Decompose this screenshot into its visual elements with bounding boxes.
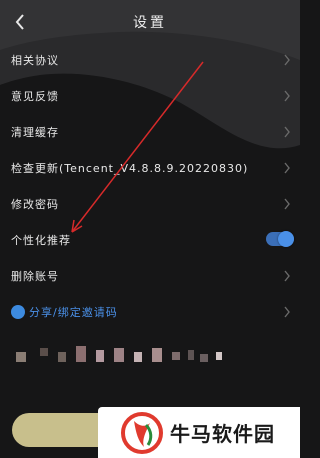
chevron-right-icon — [284, 270, 290, 282]
settings-item-label: 意见反馈 — [11, 90, 59, 103]
share-icon — [11, 305, 25, 319]
settings-item-label: 清理缓存 — [11, 126, 59, 139]
header-bar: 设置 — [0, 0, 300, 44]
settings-item-label: 分享/绑定邀请码 — [29, 306, 118, 319]
settings-item-label: 修改密码 — [11, 198, 59, 211]
toggle-knob — [278, 231, 294, 247]
settings-item-label: 个性化推荐 — [11, 234, 71, 247]
settings-item-clear-cache[interactable]: 清理缓存 — [0, 114, 300, 150]
chevron-right-icon — [284, 90, 290, 102]
settings-item-share-invite-code[interactable]: 分享/绑定邀请码 — [0, 294, 300, 330]
settings-item-agreements[interactable]: 相关协议 — [0, 42, 300, 78]
watermark-logo-icon — [121, 411, 163, 454]
settings-item-check-update[interactable]: 检查更新(Tencent_V4.8.8.9.20220830) — [0, 150, 300, 186]
settings-list: 相关协议 意见反馈 清理缓存 检查更新(Tencent_V4.8.8.9.202… — [0, 42, 300, 330]
watermark-text: 牛马软件园 — [170, 422, 275, 446]
chevron-right-icon — [284, 126, 290, 138]
settings-item-personalized-recommendation: 个性化推荐 — [0, 222, 300, 258]
settings-item-feedback[interactable]: 意见反馈 — [0, 78, 300, 114]
settings-item-label: 检查更新(Tencent_V4.8.8.9.20220830) — [11, 162, 249, 175]
chevron-right-icon — [284, 198, 290, 210]
page-title: 设置 — [133, 15, 167, 31]
chevron-right-icon — [284, 54, 290, 66]
obscured-content — [10, 346, 250, 366]
settings-item-label: 相关协议 — [11, 54, 59, 67]
chevron-right-icon — [284, 162, 290, 174]
chevron-right-icon — [284, 306, 290, 318]
settings-item-label: 删除账号 — [11, 270, 59, 283]
watermark: 牛马软件园 — [98, 407, 300, 458]
settings-item-change-password[interactable]: 修改密码 — [0, 186, 300, 222]
personalized-recommendation-toggle[interactable] — [266, 231, 294, 247]
settings-item-delete-account[interactable]: 删除账号 — [0, 258, 300, 294]
